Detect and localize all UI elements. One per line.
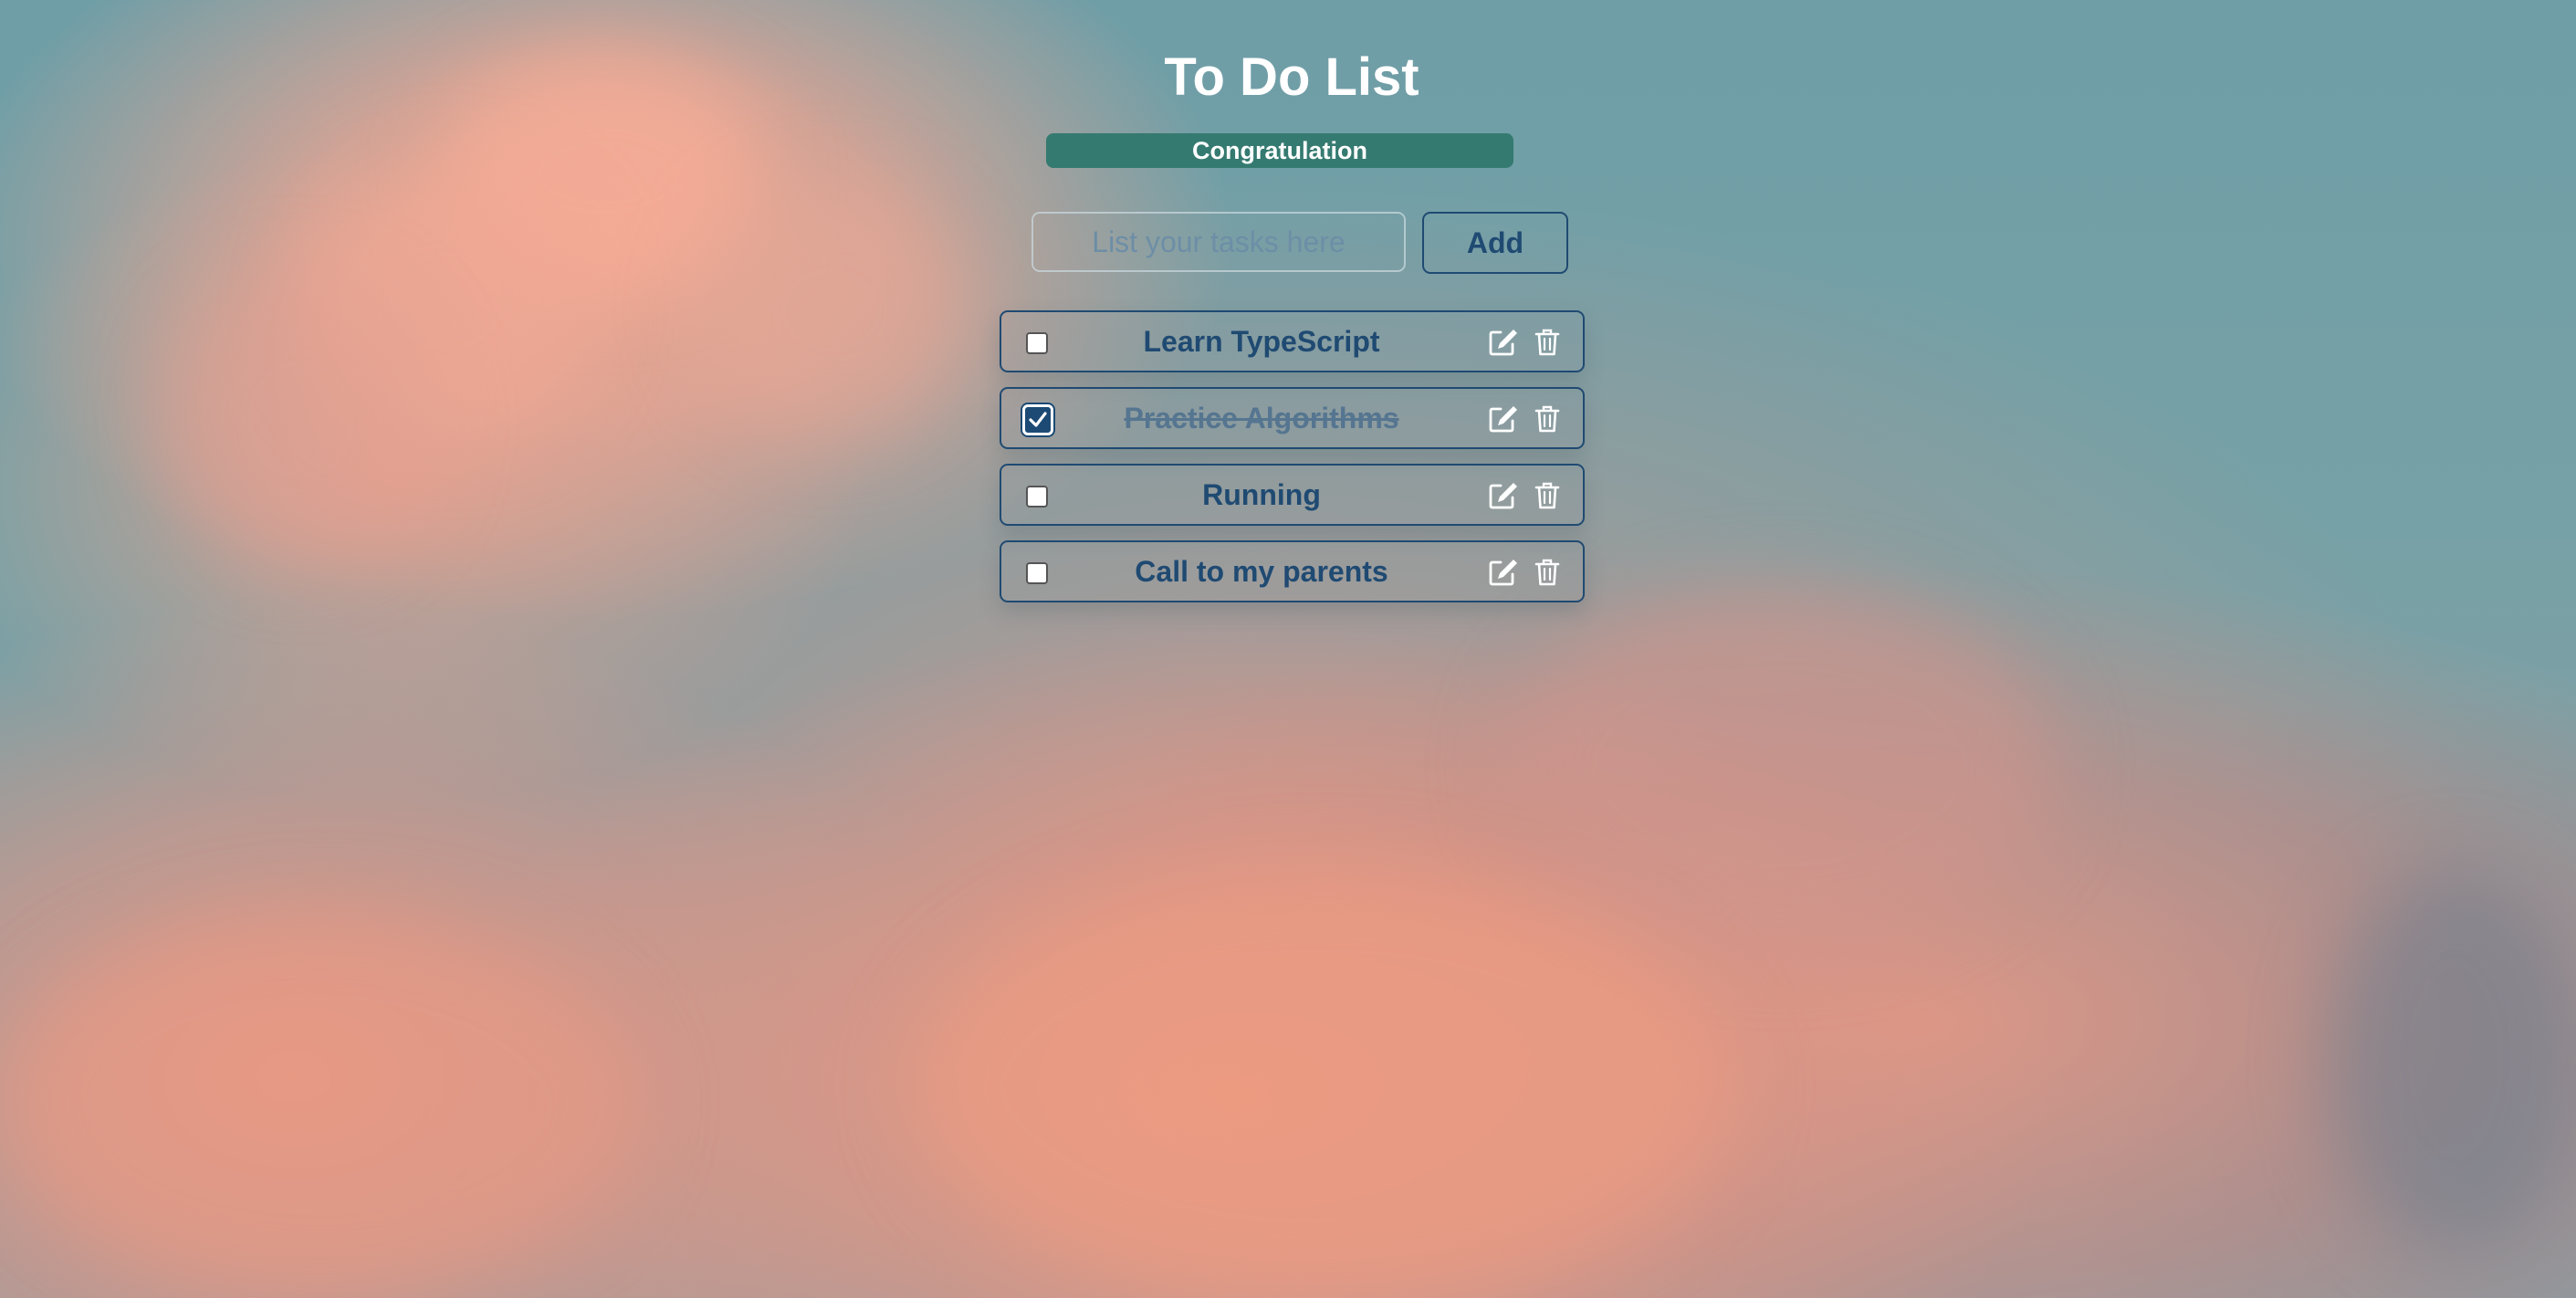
page-title: To Do List <box>1164 47 1419 107</box>
task-item: Call to my parents <box>1000 540 1585 602</box>
task-checkbox[interactable] <box>1026 486 1048 508</box>
edit-icon[interactable] <box>1488 328 1519 357</box>
task-item: Learn TypeScript <box>1000 310 1585 372</box>
task-checkbox[interactable] <box>1026 332 1048 354</box>
task-label: Learn TypeScript <box>1143 325 1380 358</box>
task-item: Practice Algorithms <box>1000 387 1585 449</box>
task-list: Learn TypeScript Practice Algorithms Runni… <box>1000 310 1585 617</box>
task-input[interactable] <box>1031 212 1406 272</box>
task-checkbox[interactable] <box>1022 404 1053 435</box>
trash-icon[interactable] <box>1534 558 1560 587</box>
task-label: Running <box>1202 478 1321 511</box>
add-button[interactable]: Add <box>1422 212 1568 274</box>
task-checkbox[interactable] <box>1026 562 1048 584</box>
trash-icon[interactable] <box>1534 404 1560 434</box>
congratulation-banner: Congratulation <box>1046 133 1513 168</box>
task-label: Practice Algorithms <box>1124 402 1399 434</box>
todo-app: To Do List Congratulation Add Learn Type… <box>0 0 2576 1298</box>
task-label: Call to my parents <box>1135 555 1388 588</box>
trash-icon[interactable] <box>1534 481 1560 510</box>
edit-icon[interactable] <box>1488 558 1519 587</box>
trash-icon[interactable] <box>1534 328 1560 357</box>
edit-icon[interactable] <box>1488 404 1519 434</box>
edit-icon[interactable] <box>1488 481 1519 510</box>
task-item: Running <box>1000 464 1585 526</box>
